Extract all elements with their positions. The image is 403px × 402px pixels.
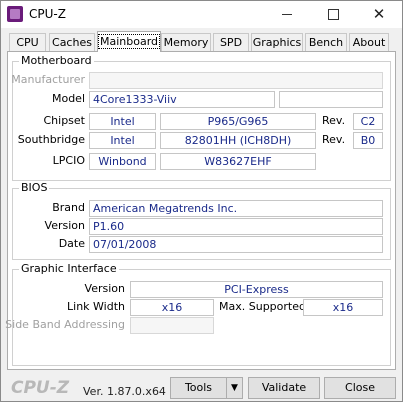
motherboard-group: Motherboard Manufacturer Model 4Core1333… [11,54,391,181]
tab-bar: CPU Caches Mainboard Memory SPD Graphics… [9,31,399,52]
close-button[interactable]: Close [324,377,396,399]
window-title: CPU-Z [29,7,66,21]
close-window-button[interactable]: ✕ [356,1,402,28]
bios-date-label: Date [58,237,85,250]
tab-mainboard[interactable]: Mainboard [97,31,161,52]
southbridge-label: Southbridge [17,133,85,146]
chipset-model-field: P965/G965 [160,113,316,130]
validate-button[interactable]: Validate [248,377,320,399]
chipset-rev-label: Rev. [322,114,346,127]
bios-version-label: Version [44,219,85,232]
chipset-vendor-field: Intel [89,113,156,130]
southbridge-vendor-field: Intel [89,132,156,149]
tools-button[interactable]: Tools [170,377,227,399]
tab-bench[interactable]: Bench [305,33,347,51]
motherboard-group-title: Motherboard [19,54,94,67]
tab-graphics[interactable]: Graphics [251,33,303,51]
lpcio-vendor-field: Winbond [89,153,156,170]
gi-side-band-label: Side Band Addressing [5,318,125,331]
graphic-interface-group: Graphic Interface Version PCI-Express Li… [5,262,391,366]
gi-max-supported-label: Max. Supported [219,300,306,313]
cpuz-window: CPU-Z ✕ CPU Caches Mainboard Memory SPD … [0,0,403,402]
tab-about[interactable]: About [349,33,389,51]
chipset-label: Chipset [43,114,85,127]
lpcio-model-field: W83627EHF [160,153,316,170]
southbridge-rev-label: Rev. [322,133,346,146]
chevron-down-icon: ▼ [231,383,238,393]
cpuz-app-icon [7,6,23,22]
gi-max-supported-field: x16 [303,299,383,316]
cpuz-logo: CPU-Z [11,378,70,398]
version-text: Ver. 1.87.0.x64 [83,385,166,398]
maximize-button[interactable] [310,1,356,28]
bios-brand-label: Brand [52,201,85,214]
title-bar: CPU-Z ✕ [1,1,402,28]
tab-memory[interactable]: Memory [161,33,211,51]
gi-version-field: PCI-Express [130,281,383,298]
bios-version-field: P1.60 [89,218,383,235]
close-icon: ✕ [372,5,386,23]
tab-caches[interactable]: Caches [49,33,95,51]
gi-link-width-field: x16 [130,299,214,316]
maximize-icon [328,9,339,20]
bios-group-title: BIOS [19,181,50,194]
model-label: Model [51,92,85,105]
gi-side-band-field [130,317,214,334]
bios-date-field: 07/01/2008 [89,236,383,253]
tab-cpu[interactable]: CPU [9,33,46,51]
minimize-button[interactable] [264,1,310,28]
bios-brand-field: American Megatrends Inc. [89,200,383,217]
chipset-rev-field: C2 [353,113,383,130]
tab-spd[interactable]: SPD [213,33,249,51]
lpcio-label: LPCIO [52,154,85,167]
southbridge-rev-field: B0 [353,132,383,149]
southbridge-model-field: 82801HH (ICH8DH) [160,132,316,149]
model-extra-field [279,91,383,108]
mainboard-panel: Motherboard Manufacturer Model 4Core1333… [5,51,396,370]
manufacturer-label: Manufacturer [11,73,85,86]
tools-dropdown-button[interactable]: ▼ [226,377,243,399]
gi-version-label: Version [84,282,125,295]
graphic-interface-group-title: Graphic Interface [19,262,119,275]
minimize-icon [282,14,292,15]
manufacturer-field [89,72,383,89]
bios-group: BIOS Brand American Megatrends Inc. Vers… [12,181,391,260]
model-field: 4Core1333-Viiv [89,91,275,108]
gi-link-width-label: Link Width [67,300,125,313]
